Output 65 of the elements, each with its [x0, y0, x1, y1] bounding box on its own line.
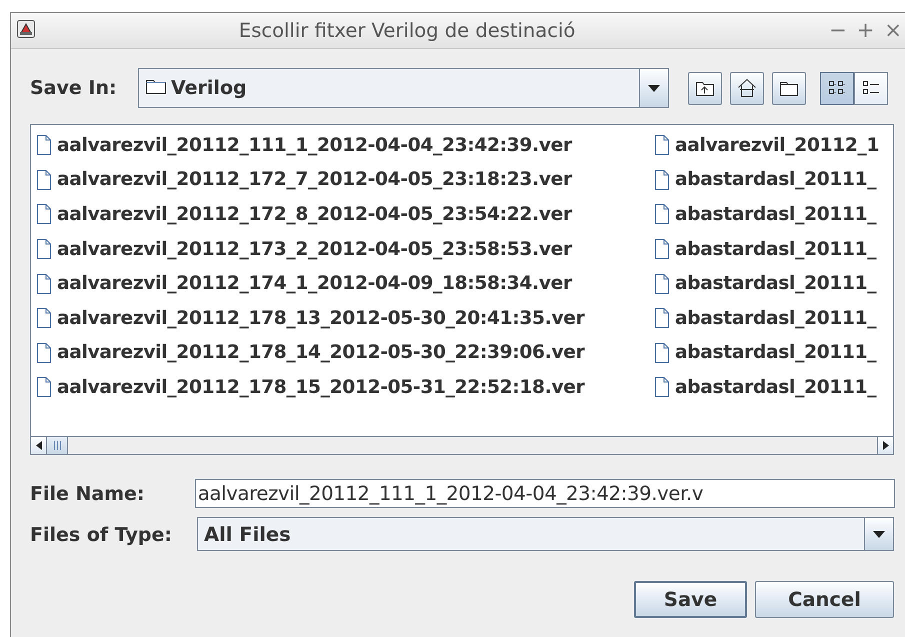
- left-arrow-icon: [36, 441, 42, 450]
- file-name-field[interactable]: aalvarezvil_20112_111_1_2012-04-04_23:42:39.ver.v: [194, 479, 895, 508]
- file-name[interactable]: aalvarezvil_20112_178_14_2012-05-30_22:39:06.ver: [57, 342, 584, 364]
- maximize-button[interactable]: +: [856, 20, 874, 41]
- file-name[interactable]: aalvarezvil_20112_172_7_2012-04-05_23:18:23.ver: [57, 169, 572, 190]
- details-view-icon: [862, 79, 880, 97]
- file-name[interactable]: aalvarezvil_20112_111_1_2012-04-04_23:42:39.ver: [57, 134, 572, 156]
- file-name[interactable]: aalvarezvil_20112_172_8_2012-04-05_23:54:22.ver: [57, 204, 572, 225]
- file-name[interactable]: aalvarezvil_20112_178_15_2012-05-31_22:52:18.ver: [57, 376, 584, 398]
- close-button[interactable]: ×: [884, 20, 902, 41]
- file-name[interactable]: abastardasl_20111_: [675, 273, 876, 294]
- dropdown-arrow-icon: [873, 530, 885, 538]
- combo-value: All Files: [204, 522, 291, 546]
- scroll-right-button[interactable]: [877, 437, 893, 454]
- file-icon: [655, 135, 669, 156]
- file-icon: [655, 342, 669, 363]
- scrollbar-thumb[interactable]: [47, 437, 68, 454]
- combo-value: Verilog: [171, 77, 247, 99]
- file-name[interactable]: aalvarezvil_20112_174_1_2012-04-09_18:58:34.ver: [57, 273, 572, 294]
- save-in-label: Save In:: [30, 77, 117, 99]
- file-icon: [37, 308, 51, 328]
- file-icon: [37, 135, 51, 156]
- file-type-label: Files of Type:: [30, 524, 172, 546]
- file-icon: [655, 204, 669, 224]
- file-name[interactable]: abastardasl_20111_: [675, 204, 876, 225]
- save-in-dropdown[interactable]: Verilog: [138, 68, 669, 108]
- minimize-button[interactable]: −: [829, 20, 847, 41]
- folder-icon: [779, 79, 799, 97]
- file-icon: [37, 204, 51, 224]
- home-button[interactable]: [730, 72, 764, 104]
- details-view-button[interactable]: [854, 72, 888, 104]
- file-icon: [37, 377, 51, 398]
- home-icon: [737, 78, 757, 98]
- file-icon: [37, 342, 51, 363]
- file-name-label: File Name:: [30, 482, 145, 504]
- right-arrow-icon: [882, 441, 888, 450]
- file-name[interactable]: aalvarezvil_20112_1: [675, 134, 880, 156]
- new-folder-button[interactable]: [772, 72, 806, 104]
- window-title: Escollir fitxer Verilog de destinació: [238, 19, 576, 42]
- file-name[interactable]: abastardasl_20111_: [675, 238, 876, 260]
- up-folder-button[interactable]: [688, 72, 722, 104]
- scroll-left-button[interactable]: [31, 437, 47, 454]
- file-icon: [37, 274, 51, 294]
- file-icon: [655, 239, 669, 260]
- file-name[interactable]: abastardasl_20111_: [675, 376, 876, 398]
- list-view-button[interactable]: [820, 72, 854, 104]
- list-view-icon: [828, 79, 846, 97]
- file-icon: [655, 170, 669, 190]
- file-icon: [655, 377, 669, 398]
- app-icon: [17, 20, 35, 38]
- file-icon: [37, 239, 51, 260]
- file-name[interactable]: aalvarezvil_20112_173_2_2012-04-05_23:58:53.ver: [57, 238, 572, 260]
- file-icon: [655, 308, 669, 328]
- file-icon: [655, 274, 669, 294]
- up-folder-icon: [695, 79, 715, 97]
- dropdown-arrow-icon: [648, 84, 660, 92]
- cancel-button[interactable]: Cancel: [755, 581, 894, 618]
- file-name[interactable]: aalvarezvil_20112_178_13_2012-05-30_20:41:35.ver: [57, 308, 584, 329]
- file-type-dropdown[interactable]: All Files: [197, 517, 894, 551]
- save-button[interactable]: Save: [634, 581, 747, 618]
- file-name[interactable]: abastardasl_20111_: [675, 169, 876, 190]
- file-name[interactable]: abastardasl_20111_: [675, 342, 876, 364]
- horizontal-scrollbar[interactable]: [31, 436, 893, 454]
- file-icon: [37, 170, 51, 190]
- file-name[interactable]: abastardasl_20111_: [675, 308, 876, 329]
